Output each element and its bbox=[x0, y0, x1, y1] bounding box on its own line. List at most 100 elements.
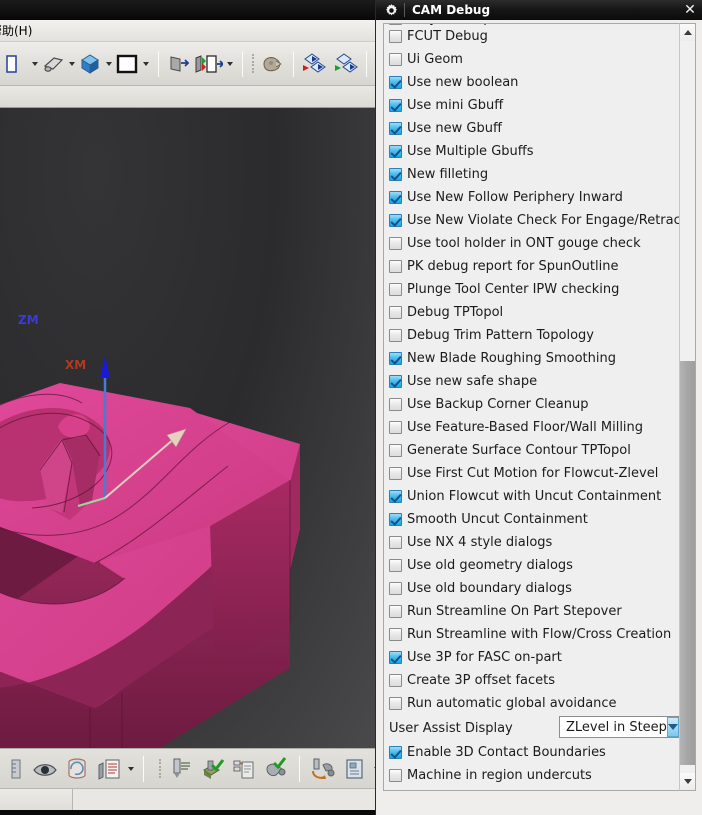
option-row[interactable]: Run automatic global avoidance bbox=[389, 692, 680, 715]
shaded-surface-button[interactable] bbox=[40, 49, 66, 79]
checkbox-unchecked-icon[interactable] bbox=[389, 24, 402, 25]
option-row[interactable]: Run Streamline with Flow/Cross Creation bbox=[389, 623, 680, 646]
checkbox-checked-icon[interactable] bbox=[389, 651, 402, 664]
scroll-down-button[interactable] bbox=[680, 773, 695, 790]
checkbox-unchecked-icon[interactable] bbox=[389, 421, 402, 434]
blue-cube-button[interactable] bbox=[77, 49, 103, 79]
option-row[interactable]: Generate Surface Contour TPTopol bbox=[389, 439, 680, 462]
document-stack-dropdown[interactable] bbox=[125, 754, 136, 784]
checkbox-checked-icon[interactable] bbox=[389, 214, 402, 227]
ruler-button[interactable] bbox=[3, 754, 29, 784]
drag-dots-handle[interactable] bbox=[250, 52, 257, 76]
checkbox-checked-icon[interactable] bbox=[389, 513, 402, 526]
document-stack-button[interactable] bbox=[93, 754, 125, 784]
checkbox-unchecked-icon[interactable] bbox=[389, 605, 402, 618]
dialog-vertical-scrollbar[interactable] bbox=[679, 23, 696, 791]
wireframe-part-button[interactable] bbox=[257, 49, 289, 79]
option-row[interactable]: Union Flowcut with Uncut Containment bbox=[389, 485, 680, 508]
checkbox-checked-icon[interactable] bbox=[389, 375, 402, 388]
checkbox-checked-icon[interactable] bbox=[389, 168, 402, 181]
checkbox-unchecked-icon[interactable] bbox=[389, 398, 402, 411]
menu-item-help[interactable]: 帮助(H) bbox=[0, 22, 32, 39]
white-square-dropdown[interactable] bbox=[140, 49, 151, 79]
checkbox-unchecked-icon[interactable] bbox=[389, 444, 402, 457]
view-style-button[interactable] bbox=[3, 49, 29, 79]
option-row[interactable]: Debug Trim Pattern Topology bbox=[389, 324, 680, 347]
clip-plane-button[interactable] bbox=[192, 49, 224, 79]
scroll-up-button[interactable] bbox=[680, 24, 695, 41]
checkbox-unchecked-icon[interactable] bbox=[389, 329, 402, 342]
verify-solid-button[interactable] bbox=[196, 754, 228, 784]
checkbox-unchecked-icon[interactable] bbox=[389, 769, 402, 782]
blue-cube-dropdown[interactable] bbox=[103, 49, 114, 79]
option-row[interactable]: Plunge Tool Center IPW checking bbox=[389, 278, 680, 301]
option-row[interactable]: New filleting bbox=[389, 163, 680, 186]
checkbox-checked-icon[interactable] bbox=[389, 99, 402, 112]
close-icon[interactable]: ✕ bbox=[681, 1, 699, 18]
options-list[interactable]: Fully load Opt FCUT Debug Ui Geom Use new b… bbox=[383, 23, 696, 791]
option-row[interactable]: Debug TPTopol bbox=[389, 301, 680, 324]
checkbox-unchecked-icon[interactable] bbox=[389, 674, 402, 687]
graphics-viewport[interactable]: ZM XM bbox=[0, 108, 380, 748]
option-row[interactable]: Use new safe shape bbox=[389, 370, 680, 393]
option-row[interactable]: Machine in region undercuts bbox=[389, 764, 680, 787]
shop-documentation-button[interactable] bbox=[339, 754, 371, 784]
option-row[interactable]: Use new Gbuff bbox=[389, 117, 680, 140]
checkbox-unchecked-icon[interactable] bbox=[389, 697, 402, 710]
option-row[interactable]: Use Multiple Gbuffs bbox=[389, 140, 680, 163]
checkbox-checked-icon[interactable] bbox=[389, 145, 402, 158]
checkbox-checked-icon[interactable] bbox=[389, 191, 402, 204]
checkbox-checked-icon[interactable] bbox=[389, 352, 402, 365]
option-row[interactable]: Run Streamline On Part Stepover bbox=[389, 600, 680, 623]
option-row[interactable]: Use New Follow Periphery Inward bbox=[389, 186, 680, 209]
scrollbar-thumb[interactable] bbox=[680, 361, 695, 765]
option-row[interactable]: Use Backup Corner Cleanup bbox=[389, 393, 680, 416]
option-row[interactable]: Create 3P offset facets bbox=[389, 669, 680, 692]
option-row[interactable]: PK debug report for SpunOutline bbox=[389, 255, 680, 278]
render-style-b-button[interactable] bbox=[330, 49, 362, 79]
section-plane-button[interactable] bbox=[166, 49, 192, 79]
option-row[interactable]: New Blade Roughing Smoothing bbox=[389, 347, 680, 370]
checkbox-unchecked-icon[interactable] bbox=[389, 237, 402, 250]
checkbox-unchecked-icon[interactable] bbox=[389, 559, 402, 572]
option-row[interactable]: Enable 3D Contact Boundaries bbox=[389, 741, 680, 764]
toolpath-generate-button[interactable] bbox=[164, 754, 196, 784]
post-process-button[interactable] bbox=[307, 754, 339, 784]
report-generate-button[interactable] bbox=[228, 754, 260, 784]
checkbox-checked-icon[interactable] bbox=[389, 122, 402, 135]
dropdown-arrow-icon[interactable] bbox=[666, 717, 679, 737]
dialog-titlebar[interactable]: CAM Debug ✕ bbox=[376, 0, 702, 20]
option-row[interactable]: Ui Geom bbox=[389, 48, 680, 71]
checkbox-unchecked-icon[interactable] bbox=[389, 582, 402, 595]
option-row[interactable]: Use NX 4 style dialogs bbox=[389, 531, 680, 554]
shaded-surface-dropdown[interactable] bbox=[66, 49, 77, 79]
option-row[interactable]: Use old boundary dialogs bbox=[389, 577, 680, 600]
option-row[interactable]: FCUT Debug bbox=[389, 25, 680, 48]
ipw-refresh-button[interactable] bbox=[61, 754, 93, 784]
checkbox-unchecked-icon[interactable] bbox=[389, 53, 402, 66]
checkbox-unchecked-icon[interactable] bbox=[389, 283, 402, 296]
option-row[interactable]: Use New Violate Check For Engage/Retract bbox=[389, 209, 686, 232]
checkbox-unchecked-icon[interactable] bbox=[389, 30, 402, 43]
option-row[interactable]: Use 3P for FASC on-part bbox=[389, 646, 680, 669]
visibility-button[interactable] bbox=[29, 754, 61, 784]
clip-plane-dropdown[interactable] bbox=[224, 49, 235, 79]
checkbox-unchecked-icon[interactable] bbox=[389, 467, 402, 480]
verify-machine-button[interactable] bbox=[260, 754, 292, 784]
checkbox-unchecked-icon[interactable] bbox=[389, 260, 402, 273]
option-row[interactable]: Use tool holder in ONT gouge check bbox=[389, 232, 680, 255]
white-square-button[interactable] bbox=[114, 49, 140, 79]
option-row[interactable]: Use new boolean bbox=[389, 71, 680, 94]
user-assist-display-select[interactable]: ZLevel in Steep bbox=[559, 716, 679, 738]
checkbox-checked-icon[interactable] bbox=[389, 76, 402, 89]
drag-dots-handle[interactable] bbox=[157, 757, 164, 781]
checkbox-unchecked-icon[interactable] bbox=[389, 306, 402, 319]
render-style-a-button[interactable] bbox=[298, 49, 330, 79]
checkbox-checked-icon[interactable] bbox=[389, 746, 402, 759]
option-row[interactable]: Use mini Gbuff bbox=[389, 94, 680, 117]
checkbox-unchecked-icon[interactable] bbox=[389, 536, 402, 549]
option-row[interactable]: Use First Cut Motion for Flowcut-Zlevel bbox=[389, 462, 680, 485]
option-row[interactable]: Use old geometry dialogs bbox=[389, 554, 680, 577]
option-row[interactable]: Smooth Uncut Containment bbox=[389, 508, 680, 531]
checkbox-unchecked-icon[interactable] bbox=[389, 628, 402, 641]
